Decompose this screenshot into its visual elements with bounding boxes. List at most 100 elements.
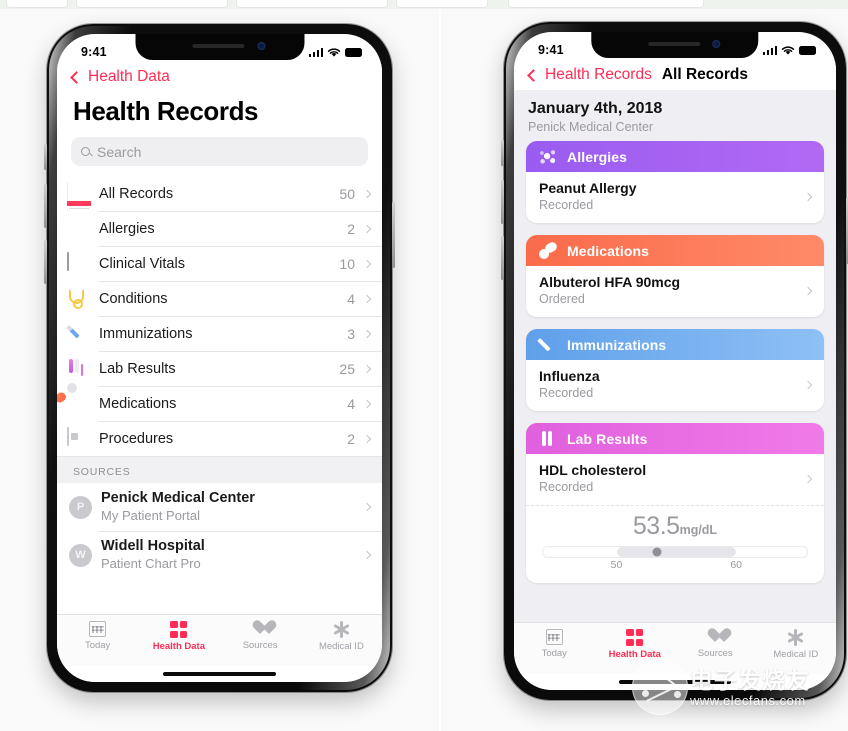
- screenshot-root: 9:41 Health Data Health Records Search A…: [0, 0, 848, 731]
- tab-sources[interactable]: Sources: [675, 629, 756, 659]
- immunizations-icon: [539, 336, 557, 354]
- tab-today[interactable]: Today: [514, 629, 595, 659]
- all-records-icon: [67, 181, 91, 227]
- record-row-conditions[interactable]: Conditions 4: [57, 281, 382, 316]
- record-row-procedures[interactable]: Procedures 2: [57, 421, 382, 456]
- card-body[interactable]: HDL cholesterol Recorded: [526, 454, 824, 506]
- card-body[interactable]: Influenza Recorded: [526, 360, 824, 412]
- allergies-icon: [67, 218, 91, 240]
- card-allergies[interactable]: Allergies Peanut Allergy Recorded: [526, 141, 824, 224]
- record-row-count: 4: [347, 395, 355, 412]
- slider-knob[interactable]: [652, 547, 662, 557]
- medications-icon: [67, 393, 91, 415]
- record-row-immunizations[interactable]: Immunizations 3: [57, 316, 382, 351]
- card-medications[interactable]: Medications Albuterol HFA 90mcg Ordered: [526, 235, 824, 318]
- card-header: Allergies: [526, 141, 824, 172]
- record-provider: Penick Medical Center: [528, 120, 654, 134]
- right-phone-screen: 9:41 Health Records All Records January …: [514, 32, 836, 690]
- chevron-left-icon[interactable]: [527, 68, 540, 82]
- chevron-right-icon: [362, 399, 372, 408]
- card-item-text: Albuterol HFA 90mcg Ordered: [539, 273, 805, 308]
- chevron-left-icon[interactable]: [70, 70, 83, 84]
- tick-high: 60: [730, 559, 743, 572]
- source-row-penick[interactable]: P Penick Medical Center My Patient Porta…: [57, 483, 382, 531]
- measurement-unit: mg/dL: [679, 523, 718, 538]
- card-header-title: Allergies: [567, 148, 628, 165]
- battery-icon: [345, 47, 362, 57]
- card-header: Lab Results: [526, 423, 824, 455]
- measurement-range-slider[interactable]: [542, 546, 808, 559]
- record-row-label: All Records: [99, 185, 174, 202]
- status-indicators: [762, 45, 816, 56]
- measurement-block: 53.5mg/dL 50 60: [526, 505, 824, 584]
- search-input[interactable]: Search: [71, 137, 368, 166]
- health-data-grid-icon: [170, 621, 188, 638]
- tab-sources[interactable]: Sources: [220, 621, 301, 651]
- chevron-right-icon: [362, 189, 372, 198]
- immunizations-icon: [67, 323, 91, 345]
- avatar: P: [69, 495, 92, 519]
- record-row-count: 4: [347, 290, 355, 307]
- home-indicator[interactable]: [514, 674, 836, 690]
- home-indicator[interactable]: [57, 666, 382, 682]
- sources-section-header: SOURCES: [57, 456, 382, 483]
- chevron-right-icon: [803, 286, 813, 295]
- left-scroll-area[interactable]: All Records 50 Allergies 2 Clinical Vita…: [57, 176, 382, 614]
- card-body[interactable]: Albuterol HFA 90mcg Ordered: [526, 266, 824, 318]
- card-lab-results[interactable]: Lab Results HDL cholesterol Recorded 53.…: [526, 423, 824, 584]
- medical-id-star-icon: [787, 629, 804, 646]
- chevron-right-icon: [803, 192, 813, 201]
- record-row-clinical-vitals[interactable]: Clinical Vitals 10: [57, 246, 382, 281]
- tab-label: Sources: [697, 648, 733, 659]
- tab-today[interactable]: Today: [57, 621, 138, 651]
- right-scroll-area[interactable]: January 4th, 2018 Penick Medical Center …: [514, 90, 836, 622]
- back-button-label[interactable]: Health Records: [545, 66, 652, 84]
- tab-label: Today: [84, 640, 111, 651]
- tab-health-data[interactable]: Health Data: [595, 629, 676, 660]
- card-item-text: Peanut Allergy Recorded: [539, 179, 805, 214]
- tab-label: Today: [541, 648, 567, 659]
- back-button-label[interactable]: Health Data: [88, 68, 170, 86]
- card-body[interactable]: Peanut Allergy Recorded: [526, 172, 824, 224]
- card-item-title: Influenza: [539, 368, 600, 385]
- tab-medical-id[interactable]: Medical ID: [301, 621, 382, 652]
- record-row-count: 10: [339, 255, 355, 272]
- card-item-title: Peanut Allergy: [539, 180, 637, 196]
- card-header: Medications: [526, 235, 824, 267]
- cellular-signal-icon: [762, 45, 777, 55]
- record-row-label: Medications: [99, 395, 177, 412]
- left-phone-device: 9:41 Health Data Health Records Search A…: [44, 22, 395, 694]
- measurement-value: 53.5mg/dL: [542, 512, 808, 541]
- tab-medical-id[interactable]: Medical ID: [756, 629, 837, 660]
- record-date: January 4th, 2018: [528, 100, 663, 117]
- slider-range-fill: [616, 547, 736, 558]
- medical-id-star-icon: [333, 621, 350, 638]
- chevron-right-icon: [362, 294, 372, 303]
- card-header-title: Immunizations: [567, 336, 667, 353]
- record-row-allergies[interactable]: Allergies 2: [57, 211, 382, 246]
- record-row-lab-results[interactable]: Lab Results 25: [57, 351, 382, 386]
- record-row-count: 2: [347, 220, 355, 237]
- source-row-widell[interactable]: W Widell Hospital Patient Chart Pro: [57, 531, 382, 579]
- record-type-list: All Records 50 Allergies 2 Clinical Vita…: [57, 176, 382, 456]
- date-block: January 4th, 2018 Penick Medical Center: [514, 90, 836, 141]
- lab-results-icon: [67, 358, 91, 380]
- card-immunizations[interactable]: Immunizations Influenza Recorded: [526, 329, 824, 412]
- health-data-grid-icon: [626, 629, 644, 646]
- record-row-count: 25: [339, 360, 355, 377]
- record-row-medications[interactable]: Medications 4: [57, 386, 382, 421]
- card-item-status: Recorded: [539, 198, 594, 213]
- chevron-right-icon: [362, 364, 372, 373]
- card-item-status: Ordered: [539, 292, 585, 307]
- slider-tick-labels: 50 60: [542, 559, 808, 573]
- medications-icon: [539, 242, 557, 260]
- source-text: Penick Medical Center My Patient Portal: [101, 489, 364, 524]
- chevron-right-icon: [362, 259, 372, 268]
- record-row-label: Procedures: [99, 430, 174, 447]
- card-item-status: Recorded: [539, 480, 594, 495]
- tab-health-data[interactable]: Health Data: [138, 621, 219, 652]
- card-header-title: Lab Results: [567, 430, 648, 447]
- record-row-label: Lab Results: [99, 360, 176, 377]
- today-calendar-icon: [89, 621, 107, 637]
- record-row-all-records[interactable]: All Records 50: [57, 176, 382, 227]
